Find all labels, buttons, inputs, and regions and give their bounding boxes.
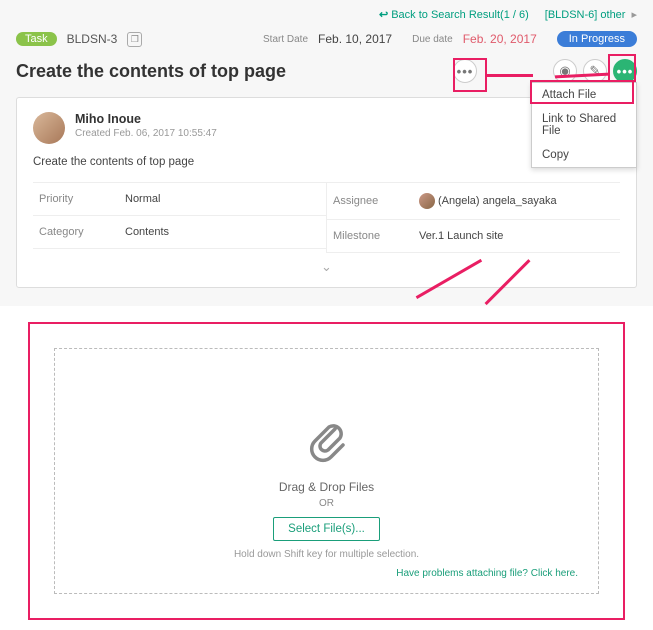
status-pill[interactable]: In Progress bbox=[557, 31, 637, 47]
issue-key: BLDSN-3 bbox=[67, 32, 118, 46]
avatar bbox=[33, 112, 65, 144]
issue-type-pill: Task bbox=[16, 32, 57, 46]
category-label: Category bbox=[39, 226, 119, 238]
upload-hint: Hold down Shift key for multiple selecti… bbox=[75, 549, 578, 560]
milestone-label: Milestone bbox=[333, 230, 413, 242]
back-label: Back to Search Result(1 / 6) bbox=[391, 9, 529, 21]
category-value: Contents bbox=[125, 226, 169, 238]
edit-icon[interactable]: ✎ bbox=[583, 59, 607, 83]
created-label: Created bbox=[75, 128, 111, 139]
assignee-label: Assignee bbox=[333, 195, 413, 207]
creator-name: Miho Inoue bbox=[75, 112, 141, 126]
due-date-value: Feb. 20, 2017 bbox=[463, 32, 537, 46]
or-label: OR bbox=[75, 498, 578, 509]
paperclip-icon bbox=[75, 419, 578, 472]
page-title: Create the contents of top page bbox=[16, 61, 447, 82]
menu-link-shared[interactable]: Link to Shared File bbox=[532, 107, 636, 143]
created-value: Feb. 06, 2017 10:55:47 bbox=[113, 128, 216, 139]
milestone-value: Ver.1 Launch site bbox=[419, 230, 503, 242]
more-dropdown: Attach File Link to Shared File Copy bbox=[531, 82, 637, 168]
next-label: [BLDSN-6] other bbox=[545, 9, 626, 21]
upload-dropzone[interactable]: Drag & Drop Files OR Select File(s)... H… bbox=[54, 348, 599, 594]
more-menu-button-green[interactable]: ••• bbox=[613, 59, 637, 83]
priority-value: Normal bbox=[125, 193, 160, 205]
copy-key-icon[interactable]: ❐ bbox=[127, 32, 142, 47]
upload-panel-highlight: Drag & Drop Files OR Select File(s)... H… bbox=[28, 322, 625, 620]
more-menu-button-gray[interactable]: ••• bbox=[453, 59, 477, 83]
back-to-search-link[interactable]: Back to Search Result(1 / 6) bbox=[379, 8, 529, 21]
menu-attach-file[interactable]: Attach File bbox=[532, 83, 636, 107]
assignee-avatar bbox=[419, 193, 435, 209]
start-date-value: Feb. 10, 2017 bbox=[318, 32, 392, 46]
drag-drop-label: Drag & Drop Files bbox=[75, 480, 578, 494]
start-date-label: Start Date bbox=[263, 34, 308, 45]
menu-copy[interactable]: Copy bbox=[532, 143, 636, 167]
priority-label: Priority bbox=[39, 193, 119, 205]
upload-problems-link[interactable]: Have problems attaching file? Click here… bbox=[75, 568, 578, 579]
expand-card-chevron[interactable]: ⌄ bbox=[33, 253, 620, 281]
assignee-value: (Angela) angela_sayaka bbox=[419, 193, 557, 209]
next-issue-link[interactable]: [BLDSN-6] other bbox=[545, 8, 637, 21]
watch-icon[interactable]: ◉ bbox=[553, 59, 577, 83]
select-files-button[interactable]: Select File(s)... bbox=[273, 517, 380, 541]
due-date-label: Due date bbox=[412, 34, 453, 45]
connector-line bbox=[487, 74, 533, 77]
